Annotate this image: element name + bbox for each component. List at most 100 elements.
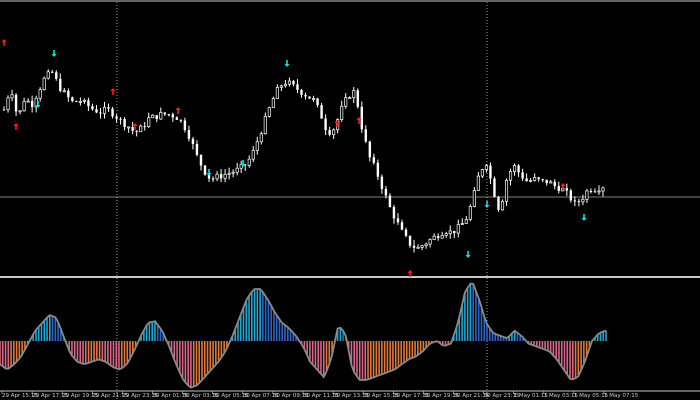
histogram-bar <box>154 321 156 341</box>
candle-bull <box>263 115 267 135</box>
candle-bear <box>376 162 380 177</box>
candle-bear <box>521 172 524 179</box>
candle-bull <box>18 110 22 113</box>
histogram-bar <box>378 341 380 376</box>
candle-bear <box>553 181 556 187</box>
candle-bull <box>10 94 14 99</box>
candle-bear <box>384 188 388 196</box>
histogram-bar <box>104 341 106 362</box>
candle-bear <box>545 179 548 184</box>
candle-bear <box>199 154 203 166</box>
histogram-bar <box>358 341 361 380</box>
histogram-bar <box>555 341 557 359</box>
candle-bear <box>356 90 359 107</box>
candle-bear <box>155 115 158 120</box>
candle-bear <box>99 112 102 114</box>
histogram-bar <box>4 341 7 369</box>
histogram-bar <box>206 341 209 374</box>
candle-bull <box>255 141 259 151</box>
candle-bear <box>163 112 167 115</box>
histogram-bar <box>120 341 123 369</box>
candle-bear <box>71 97 74 102</box>
histogram-bar <box>281 323 284 341</box>
histogram-bar <box>49 315 51 341</box>
histogram-bar <box>381 341 383 375</box>
histogram-bar <box>242 307 245 341</box>
histogram-bar <box>118 341 120 370</box>
candle-bull <box>279 85 283 88</box>
candle-bull <box>416 247 420 249</box>
candle-bear <box>557 186 560 191</box>
histogram-bar <box>13 341 15 365</box>
candle-bear <box>171 114 175 118</box>
histogram-bar <box>248 295 250 341</box>
histogram-bar <box>109 341 112 366</box>
histogram-bar <box>466 287 469 341</box>
candle-bear <box>304 94 307 97</box>
candle-bull <box>6 97 10 111</box>
candle-bull <box>432 235 436 240</box>
candle-bull <box>340 105 344 120</box>
histogram-bar <box>84 341 87 364</box>
histogram-bar <box>40 323 43 341</box>
histogram-bar <box>464 292 466 341</box>
histogram-bar <box>190 341 192 388</box>
histogram-bar <box>400 341 403 365</box>
histogram-bar <box>259 289 261 341</box>
histogram-bar <box>574 341 577 379</box>
candle-bear <box>14 94 18 112</box>
candle-bear <box>436 236 440 239</box>
candle-bear <box>296 84 299 90</box>
histogram-bar <box>37 326 40 341</box>
histogram-bar <box>107 341 109 364</box>
candle-bear <box>292 81 295 85</box>
candle-bull <box>456 224 460 234</box>
candle-bull <box>151 114 155 119</box>
candle-bear <box>30 101 34 107</box>
candle-bull <box>476 175 480 191</box>
candle-bear <box>135 130 138 132</box>
candle-bear <box>2 109 6 111</box>
candle-bear <box>183 120 187 131</box>
candle-bear <box>75 101 78 103</box>
candle-bull <box>62 90 66 93</box>
histogram-bar <box>18 341 21 359</box>
candle-bull <box>460 223 464 225</box>
candle-bull <box>444 233 448 236</box>
histogram-bar <box>151 321 153 341</box>
candle-bull <box>127 126 131 129</box>
histogram-bar <box>212 341 214 368</box>
candle-bear <box>489 165 492 179</box>
histogram-bar <box>181 341 184 379</box>
candle-bear <box>324 118 327 131</box>
candle-bull <box>601 187 605 192</box>
histogram-bar <box>76 341 79 362</box>
histogram-bar <box>90 341 93 362</box>
histogram-bar <box>552 341 555 356</box>
candle-bull <box>581 198 585 203</box>
candle-bull <box>508 171 513 181</box>
histogram-bar <box>123 341 126 367</box>
candle-bull <box>428 239 432 245</box>
candle-bear <box>412 245 416 248</box>
candle-bull <box>332 129 336 136</box>
chart-canvas[interactable]: 29 Apr 15:1529 Apr 17:1529 Apr 19:1529 A… <box>0 0 700 400</box>
histogram-bar <box>577 341 580 377</box>
trading-chart-window[interactable]: 29 Apr 15:15 29 Apr 17:15 29 Apr 19:15 29 A… <box>0 0 700 400</box>
candle-bear <box>360 106 363 130</box>
histogram-bar <box>93 341 95 361</box>
histogram-bar <box>375 341 378 377</box>
histogram-bar <box>209 341 212 371</box>
histogram-bar <box>192 341 195 387</box>
histogram-bar <box>73 341 76 359</box>
candle-bull <box>472 190 476 207</box>
histogram-bar <box>98 341 101 360</box>
histogram-bar <box>184 341 187 383</box>
candle-bear <box>115 116 118 119</box>
candle-bear <box>328 130 331 135</box>
histogram-bar <box>179 341 181 373</box>
candle-bull <box>529 180 533 182</box>
candle-bear <box>364 129 368 142</box>
histogram-bar <box>270 305 272 341</box>
candle-bear <box>537 177 540 180</box>
